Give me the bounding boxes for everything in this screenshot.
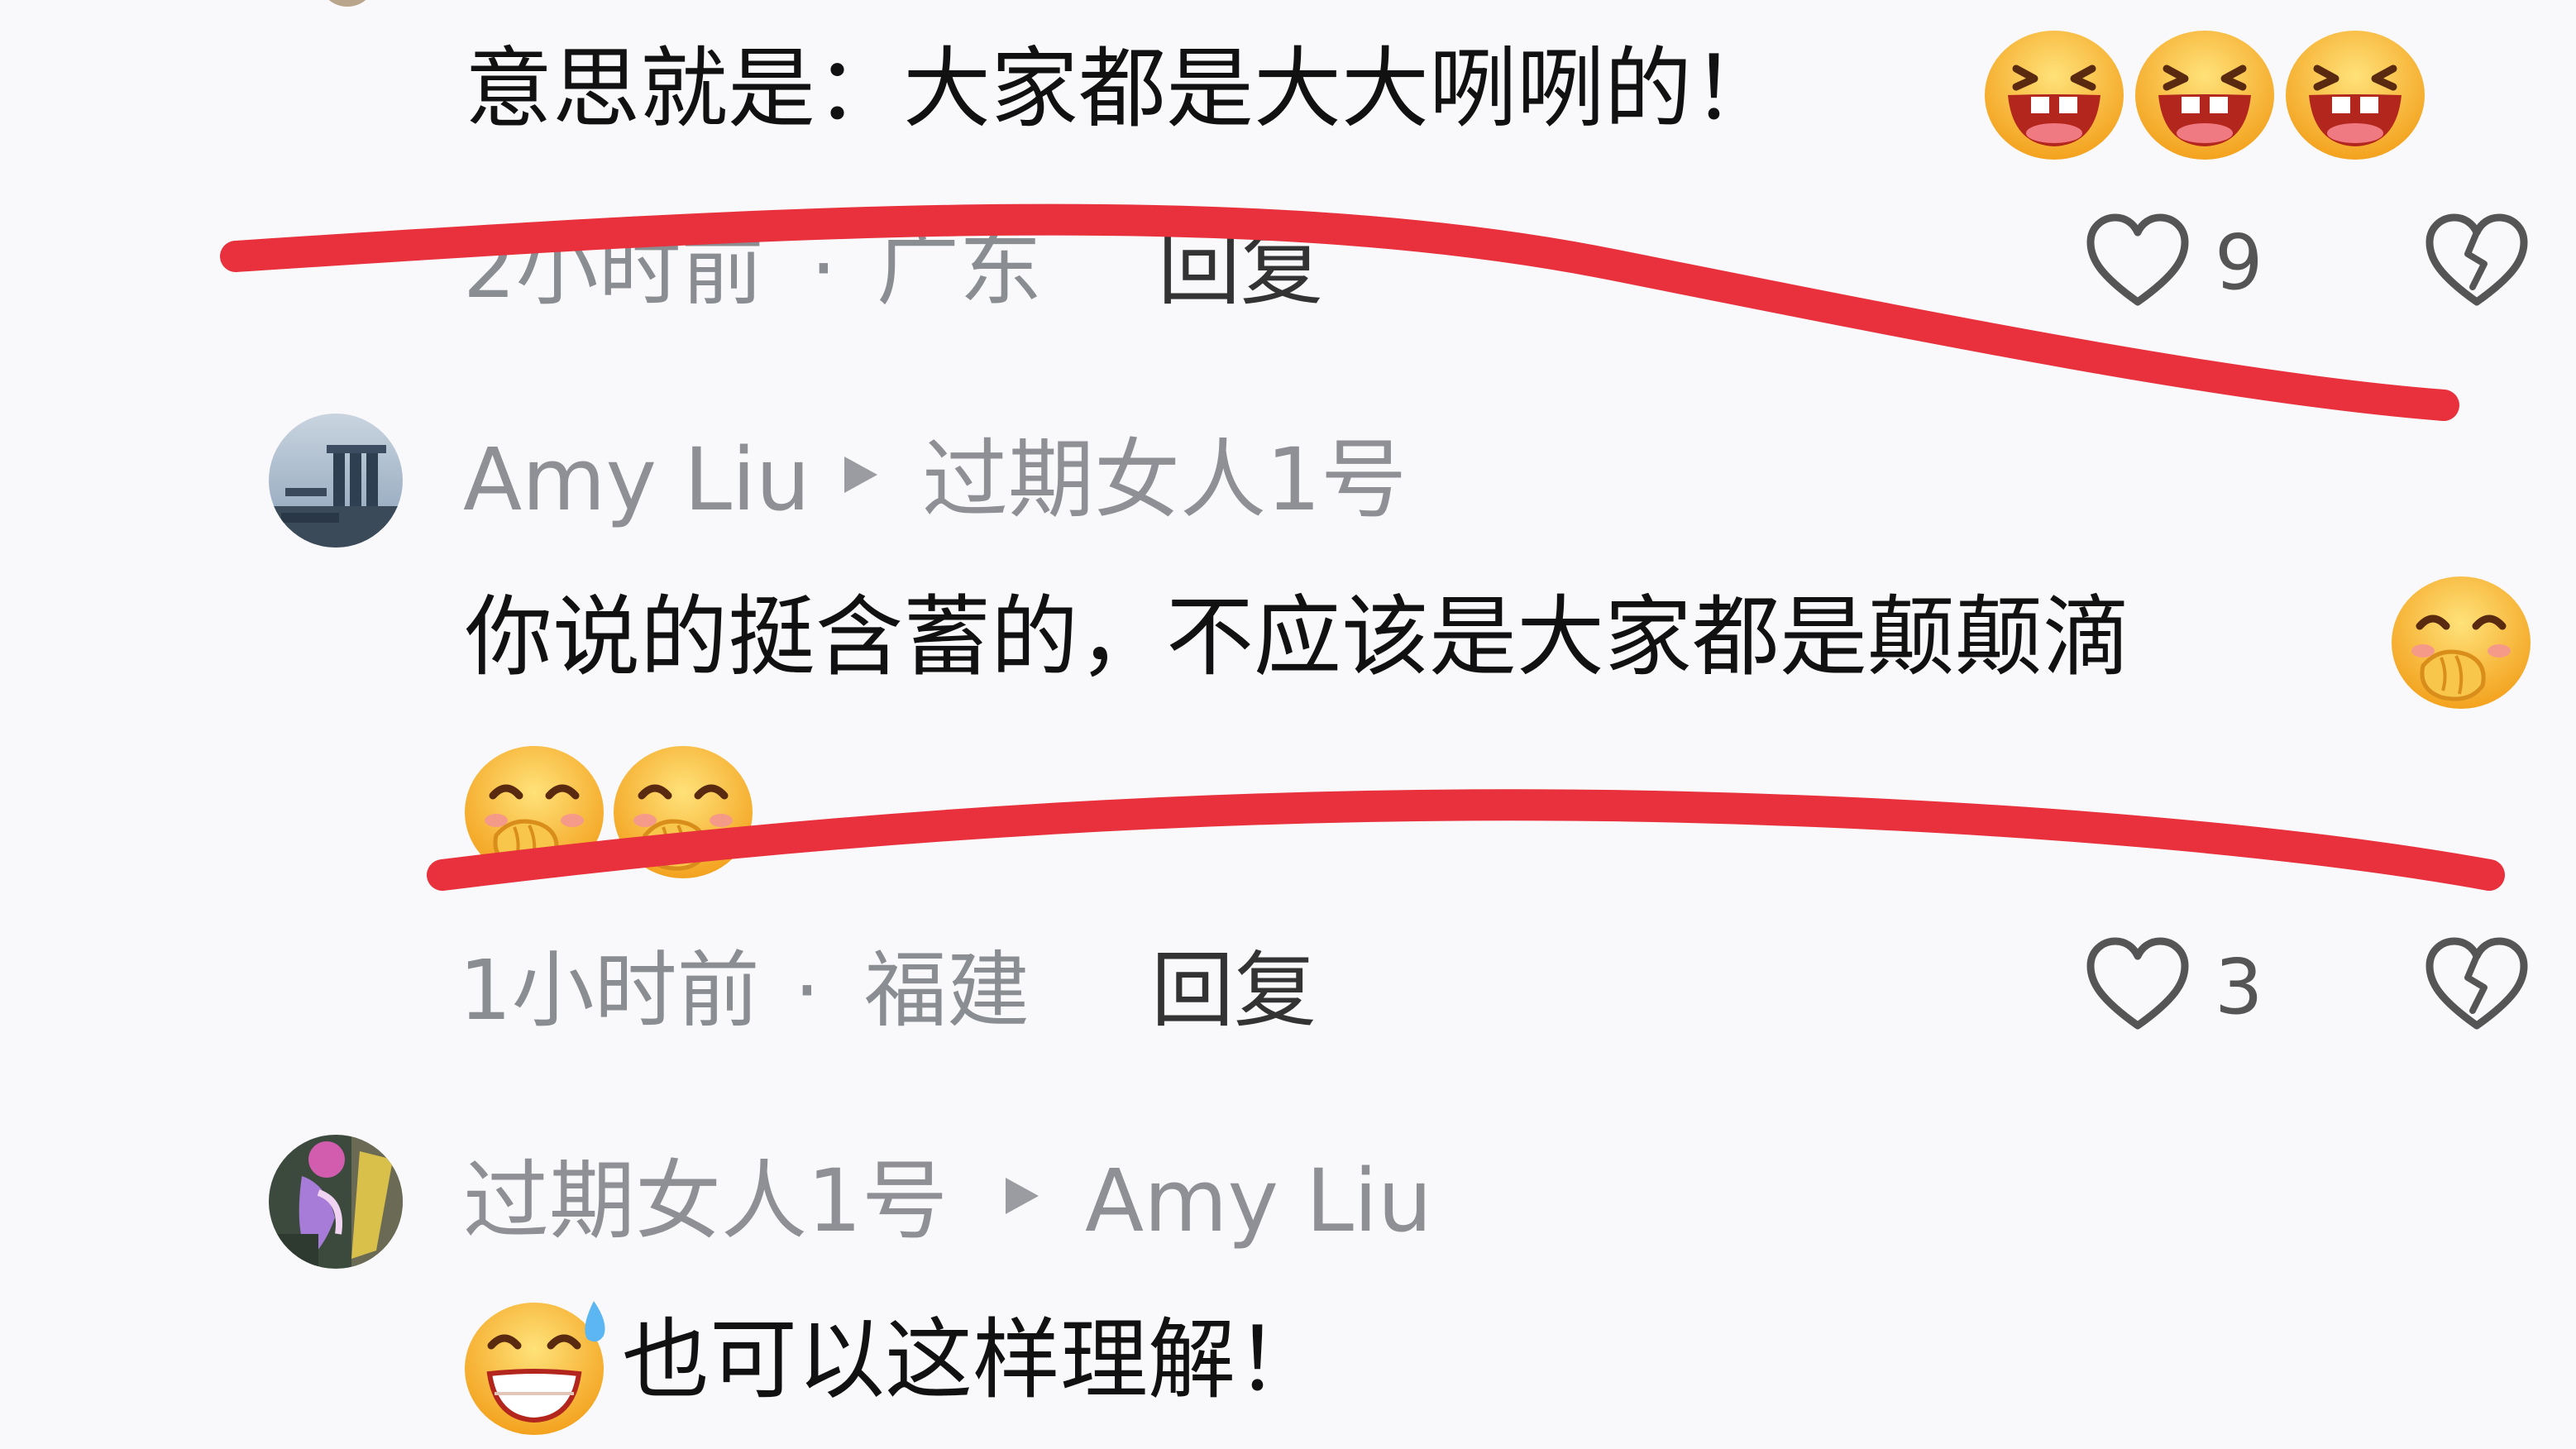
avatar-expired-woman[interactable]: [269, 1135, 403, 1269]
comment-2-location: 福建: [864, 942, 1030, 1039]
meta-separator: ·: [794, 942, 820, 1039]
avatar-cut-off[interactable]: [318, 0, 376, 7]
comment-2-text: 你说的挺含蓄的，不应该是大家都是颠颠滴: [465, 586, 2130, 688]
comment-2-reply-button[interactable]: 回复: [1151, 949, 1317, 1032]
cover-mouth-emoji: [2390, 575, 2532, 710]
comment-3-reply-to[interactable]: Amy Liu: [1085, 1158, 1432, 1244]
reply-arrow-icon: [1001, 1174, 1044, 1217]
comment-1-like-count: 9: [2215, 218, 2263, 307]
comment-2-reply-to[interactable]: 过期女人1号: [922, 437, 1407, 523]
laughing-emoji: [2284, 29, 2426, 161]
comment-1-location: 广东: [877, 220, 1042, 317]
cover-mouth-emoji: [612, 744, 754, 880]
grin-sweat-emoji: [461, 1294, 619, 1437]
dislike-broken-heart-icon[interactable]: [2423, 211, 2531, 310]
reply-arrow-icon: [839, 453, 882, 496]
laughing-emoji: [1983, 29, 2125, 161]
comment-thread: 意思就是：大家都是大大咧咧的！ 2小时前 · 广东 回复 9 Amy Liu 过…: [0, 0, 2576, 1449]
like-heart-icon[interactable]: [2084, 935, 2191, 1034]
comment-2-time: 1小时前: [459, 942, 760, 1039]
comment-3-text: 也可以这样理解！: [622, 1309, 1323, 1411]
comment-1-reply-button[interactable]: 回复: [1158, 227, 1323, 310]
dislike-broken-heart-icon[interactable]: [2423, 935, 2531, 1034]
like-heart-icon[interactable]: [2084, 211, 2191, 310]
comment-2-author[interactable]: Amy Liu: [463, 437, 810, 523]
comment-2-like-count: 3: [2215, 943, 2263, 1031]
laughing-emoji: [2134, 29, 2276, 161]
meta-separator: ·: [810, 220, 837, 317]
comment-1-text: 意思就是：大家都是大大咧咧的！: [465, 38, 1780, 140]
comment-3-author[interactable]: 过期女人1号: [463, 1158, 948, 1244]
comment-1-time: 2小时前: [463, 220, 764, 317]
cover-mouth-emoji: [463, 744, 605, 880]
avatar-amy-liu[interactable]: [269, 414, 403, 548]
